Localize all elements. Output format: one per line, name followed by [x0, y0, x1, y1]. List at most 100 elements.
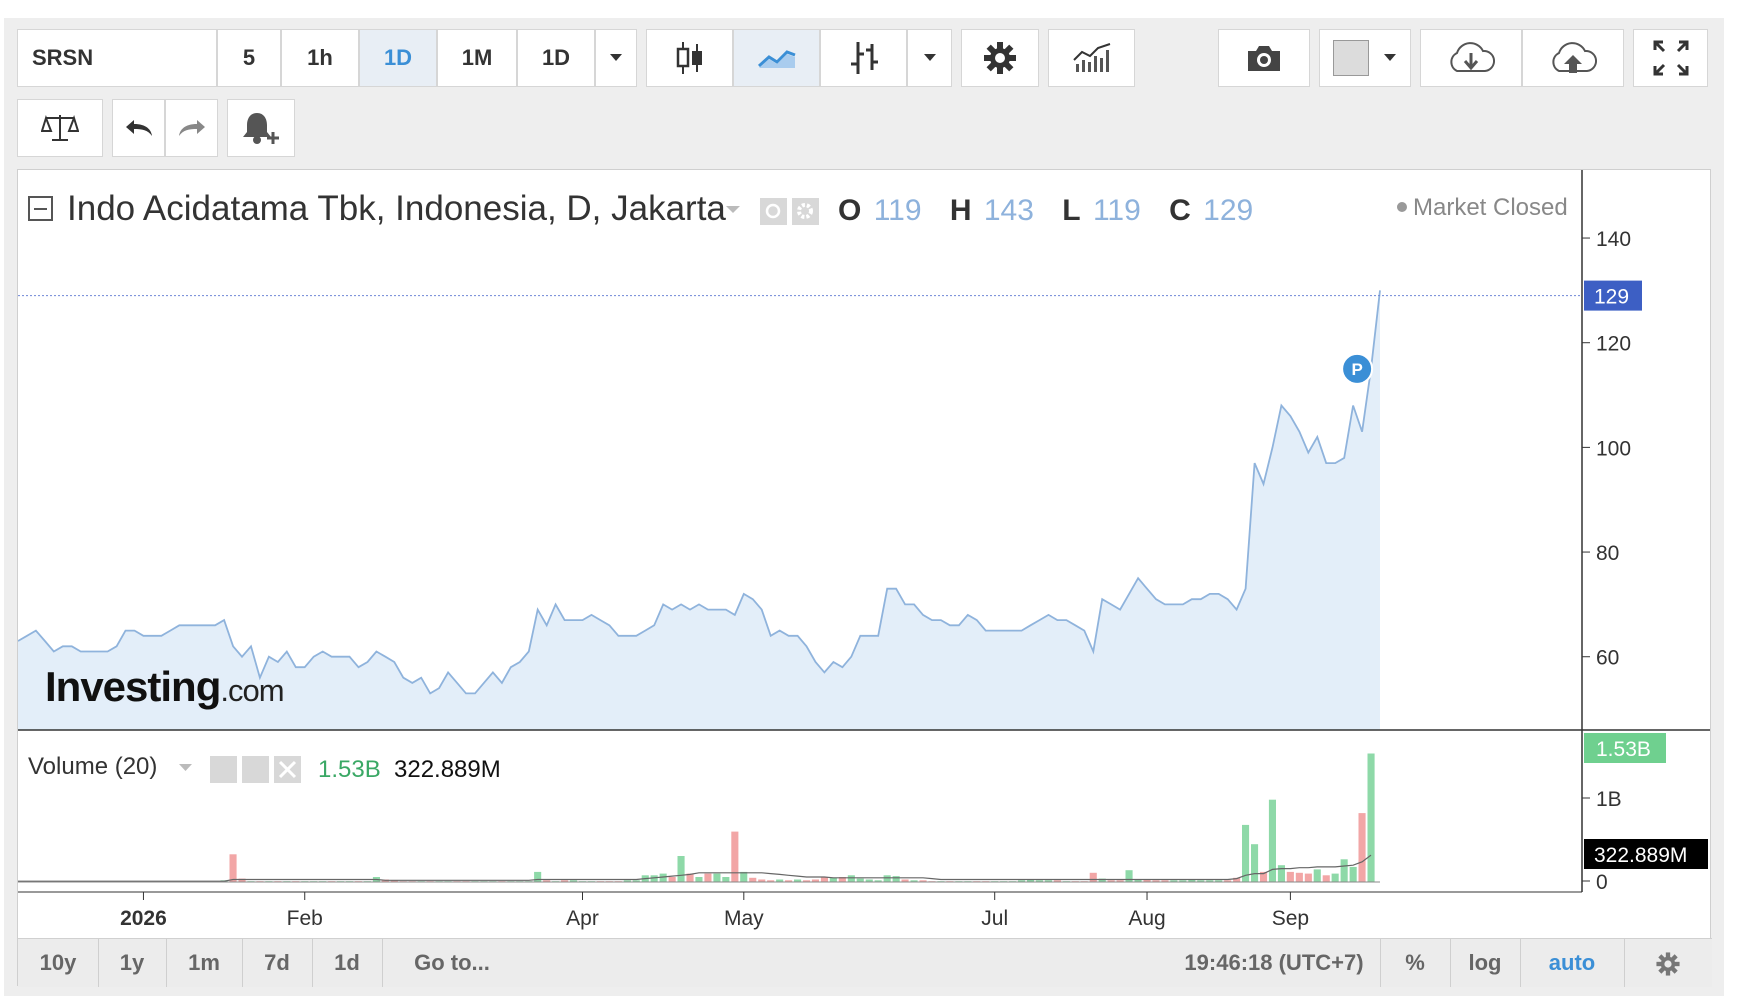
price-tick-label: 80	[1596, 542, 1619, 565]
time-tick-label: Aug	[1128, 907, 1165, 930]
clock: 19:46:18 (UTC+7)	[1168, 939, 1381, 987]
bottom-settings-button[interactable]	[1624, 939, 1712, 987]
interval-1h-button[interactable]: 1h	[281, 29, 359, 87]
series-title[interactable]: Indo Acidatama Tbk, Indonesia, D, Jakart…	[67, 189, 726, 228]
market-status-dot	[1397, 202, 1407, 212]
interval-1m-button[interactable]: 1M	[437, 29, 517, 87]
market-status: Market Closed	[1413, 194, 1568, 221]
load-chart-button[interactable]	[1420, 29, 1522, 87]
volume-bar	[1277, 865, 1285, 882]
ohlc-bars-icon	[850, 42, 878, 74]
gear-icon	[1656, 952, 1680, 976]
volume-eye-icon[interactable]	[210, 756, 237, 783]
volume-legend: Volume (20) 1.53B 322.889M	[28, 753, 501, 783]
bars-style-button[interactable]	[820, 29, 907, 87]
volume-bar	[229, 854, 237, 882]
open-label: O	[838, 194, 861, 227]
auto-scale-button[interactable]: auto	[1520, 939, 1625, 987]
volume-bar	[892, 876, 900, 882]
price-area	[18, 290, 1380, 730]
percent-scale-button[interactable]: %	[1380, 939, 1451, 987]
time-tick-label: Feb	[287, 907, 323, 930]
open-value: 119	[874, 194, 922, 227]
close-value: 129	[1203, 194, 1253, 227]
ohlc-readout: O 119 H 143 L 119 C 129	[838, 194, 1253, 227]
volume-title[interactable]: Volume (20)	[28, 753, 157, 780]
bell-plus-icon	[243, 113, 279, 144]
interval-1d-alt-button[interactable]: 1D	[517, 29, 595, 87]
volume-bar	[829, 877, 837, 882]
volume-bar	[1331, 873, 1339, 882]
time-tick-label: Sep	[1272, 907, 1309, 930]
volume-axis: 1.53B 1B 322.889M 0	[1582, 733, 1708, 894]
low-value: 119	[1093, 194, 1141, 227]
caret-down-icon	[1384, 54, 1396, 61]
volume-settings-icon[interactable]	[242, 756, 269, 783]
redo-button[interactable]	[165, 99, 218, 157]
range-7d-button[interactable]: 7d	[242, 939, 313, 987]
volume-bar	[731, 831, 739, 882]
volume-bar	[1349, 866, 1357, 882]
price-tick-label: 100	[1596, 437, 1631, 460]
range-1m-button[interactable]: 1m	[166, 939, 243, 987]
interval-1d-button[interactable]: 1D	[359, 29, 437, 87]
bottom-bar: 10y 1y 1m 7d 1d Go to... 19:46:18 (UTC+7…	[18, 938, 1712, 987]
time-tick-label: Apr	[566, 907, 599, 930]
compare-button[interactable]	[17, 99, 103, 157]
volume-bar	[1251, 844, 1259, 882]
save-chart-button[interactable]	[1522, 29, 1624, 87]
range-10y-button[interactable]: 10y	[18, 939, 99, 987]
go-to-button[interactable]: Go to...	[382, 939, 522, 987]
volume-ma-line	[18, 854, 1372, 882]
background-color-button[interactable]	[1319, 29, 1411, 87]
volume-bar	[856, 878, 864, 882]
volume-bar	[695, 877, 703, 882]
interval-dropdown-button[interactable]	[595, 29, 637, 87]
volume-bar	[749, 877, 757, 882]
legend-settings-icon[interactable]	[792, 198, 819, 225]
screenshot-button[interactable]	[1218, 29, 1310, 87]
volume-bar	[650, 875, 658, 882]
volume-bar	[1367, 753, 1375, 882]
time-tick-label: 2026	[120, 907, 167, 930]
eye-icon[interactable]	[760, 198, 787, 225]
volume-bar	[1286, 871, 1294, 882]
last-price-label: 129	[1594, 286, 1629, 309]
price-chart[interactable]: 140 120 100 80 60 2026 Feb Apr May Jul Aug Sep Ind…	[18, 170, 1710, 985]
range-1d-button[interactable]: 1d	[312, 939, 383, 987]
logo-brand: Investing	[45, 663, 220, 710]
undo-button[interactable]	[112, 99, 165, 157]
volume-bar	[1313, 869, 1321, 882]
candles-style-button[interactable]	[646, 29, 733, 87]
caret-down-icon	[610, 54, 622, 61]
volume-caret-icon[interactable]	[179, 764, 192, 771]
log-scale-button[interactable]: log	[1450, 939, 1521, 987]
volume-bar	[1358, 813, 1366, 882]
indicators-button[interactable]	[1048, 29, 1135, 87]
line-style-button[interactable]	[733, 29, 820, 87]
gear-icon	[984, 42, 1016, 74]
color-swatch	[1333, 40, 1369, 76]
title-caret-icon[interactable]	[726, 206, 740, 213]
interval-5m-button[interactable]: 5	[217, 29, 281, 87]
interval-label: 1D	[383, 45, 413, 70]
ma-badge-label: 322.889M	[1594, 844, 1687, 867]
range-1y-button[interactable]: 1y	[98, 939, 167, 987]
volume-badge-label: 1.53B	[1596, 738, 1651, 761]
volume-bar	[534, 871, 542, 882]
symbol-input[interactable]: SRSN	[17, 29, 217, 87]
add-alert-button[interactable]	[227, 99, 295, 157]
volume-bar	[704, 873, 712, 882]
fullscreen-button[interactable]	[1633, 29, 1708, 87]
logo-suffix: .com	[220, 673, 283, 708]
volume-bar	[740, 871, 748, 882]
volume-bar	[1322, 875, 1330, 882]
volume-bar	[883, 875, 891, 882]
p-marker-label: P	[1351, 360, 1362, 379]
chart-panel[interactable]: 140 120 100 80 60 2026 Feb Apr May Jul Aug Sep Ind…	[17, 169, 1711, 986]
interval-label: 1D	[541, 45, 571, 70]
interval-label: 5	[242, 45, 256, 70]
settings-button[interactable]	[961, 29, 1039, 87]
volume-bar	[1125, 870, 1133, 882]
chart-type-dropdown-button[interactable]	[907, 29, 952, 87]
